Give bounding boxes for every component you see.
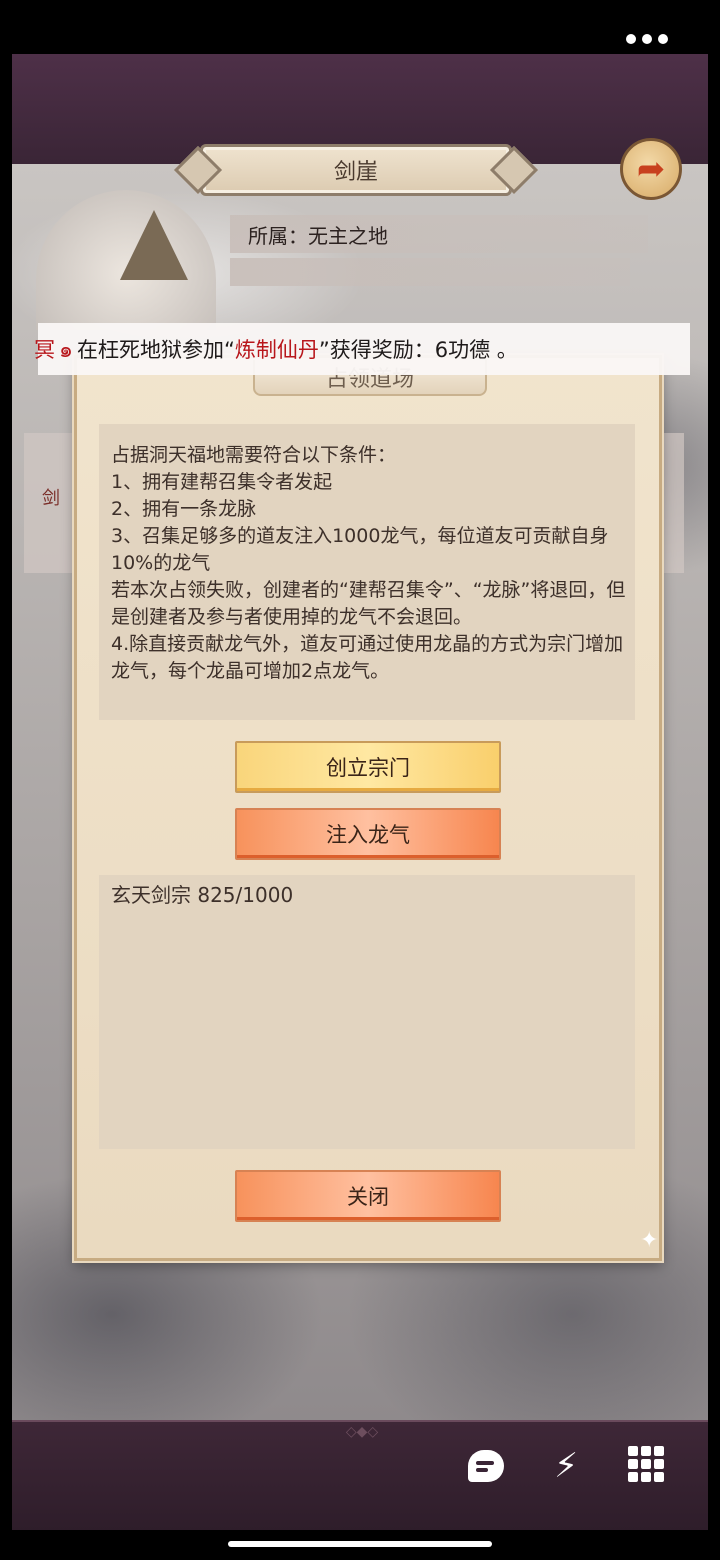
more-dots-icon[interactable] [626,34,668,44]
status-bar [0,0,720,54]
page-title: 剑崖 [333,160,378,185]
notification-banner: 冥 ๑ 在枉死地狱 参加“ 炼制仙丹 ”获得奖励：6功德 。 [34,323,690,375]
banner-event: 炼制仙丹 [234,338,319,362]
sparkle-icon: ✦ [640,1228,659,1253]
banner-place: 在枉死地狱 [76,338,182,362]
banner-prefix: 冥 [34,338,55,362]
bottom-band: ◇◆◇ [12,1420,708,1530]
mountain-icon [120,210,188,280]
list-item[interactable]: 玄天剑宗 825/1000 [111,879,293,908]
close-button[interactable]: 关闭 [235,1170,501,1222]
rule-line: 1、拥有建帮召集令者发起 [111,471,333,493]
grid-menu-icon[interactable] [628,1446,664,1482]
rule-line: 3、召集足够多的道友注入1000龙气，每位道友可贡献自身10%的龙气 [111,525,609,574]
ornament-icon: ◇◆◇ [345,1424,379,1440]
rules-box: 占据洞天福地需要符合以下条件： 1、拥有建帮召集令者发起 2、拥有一条龙脉 3、… [99,424,635,720]
rules-text: 占据洞天福地需要符合以下条件： 1、拥有建帮召集令者发起 2、拥有一条龙脉 3、… [111,442,631,685]
rule-line: 占据洞天福地需要符合以下条件： [111,444,397,466]
back-arrow-icon: ➦ [636,149,666,189]
side-label: 剑 [42,488,60,509]
inject-dragon-qi-button[interactable]: 注入龙气 [235,808,501,860]
rule-line: 4.除直接贡献龙气外，道友可通过使用龙晶的方式为宗门增加龙气，每个龙晶可增加2点… [111,633,624,682]
back-button[interactable]: ➦ [620,138,682,200]
sect-list: 玄天剑宗 825/1000 [99,875,635,1149]
affiliation-row: 所属：无主之地 [230,215,648,253]
chat-icon[interactable] [466,1446,506,1486]
location-title-plaque: 剑崖 [200,144,512,196]
info-row [230,258,630,286]
rule-line: 若本次占领失败，创建者的“建帮召集令”、“龙脉”将退回，但是创建者及参与者使用掉… [111,579,626,628]
magic-wand-icon[interactable]: ⚡ [546,1446,586,1486]
rule-line: 2、拥有一条龙脉 [111,498,257,520]
create-sect-button[interactable]: 创立宗门 [235,741,501,793]
banner-verb: 参加“ [181,338,235,362]
home-indicator[interactable] [228,1541,492,1547]
occupy-dialog: 占领道场 占据洞天福地需要符合以下条件： 1、拥有建帮召集令者发起 2、拥有一条… [74,355,662,1261]
banner-reward: ”获得奖励：6功德 。 [318,338,518,362]
cloud-swirl-icon: ๑ [59,337,73,363]
affiliation-text: 所属：无主之地 [248,223,388,248]
